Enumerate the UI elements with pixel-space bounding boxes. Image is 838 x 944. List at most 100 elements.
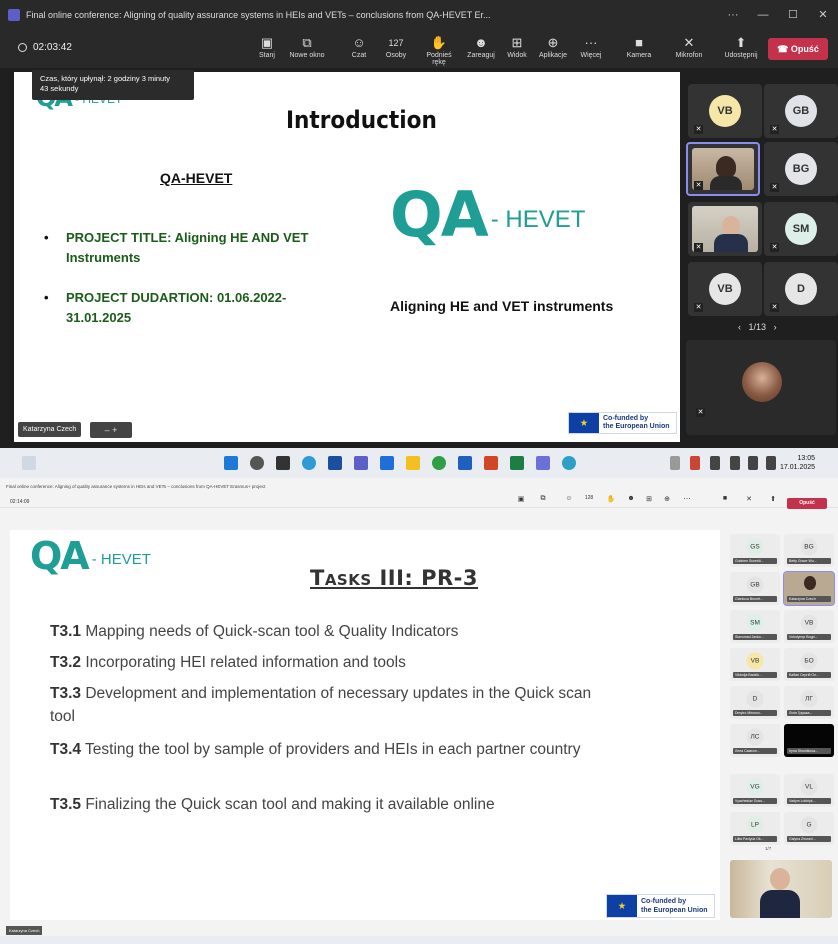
powerpoint-icon[interactable]	[484, 456, 498, 470]
tray-chevron-icon[interactable]	[670, 456, 680, 470]
new-window-icon[interactable]: ⧉	[536, 495, 550, 503]
presenter-name-2: Katarzyna Czech	[6, 926, 43, 935]
participant-tile[interactable]: D Dmytro Mironov...	[730, 686, 780, 719]
chat-button[interactable]: ☺ Czat	[340, 34, 378, 59]
edge-icon[interactable]	[302, 456, 316, 470]
avatar: БО	[800, 652, 818, 670]
mic-button[interactable]: ✕ Mikrofon	[670, 34, 708, 59]
task-view-icon[interactable]	[276, 456, 290, 470]
participant-tile[interactable]: VB ✕	[688, 262, 762, 316]
prev-page-button[interactable]: ‹	[738, 322, 741, 332]
more-options-button[interactable]: ···	[718, 0, 748, 30]
participant-tile-video[interactable]: ✕	[688, 202, 762, 256]
participant-tile[interactable]: LP Liliia Pavlyuk Ok...	[730, 812, 780, 845]
browser-icon[interactable]	[562, 456, 576, 470]
excel-icon[interactable]	[510, 456, 524, 470]
system-clock[interactable]: 13:05 17.01.2025	[780, 454, 815, 472]
new-window-button[interactable]: ⧉ Nowe okno	[288, 34, 326, 59]
battery-icon[interactable]	[766, 456, 776, 470]
apps-icon[interactable]: ⊕	[660, 495, 674, 503]
maximize-button[interactable]: ☐	[778, 0, 808, 30]
leave-button[interactable]: ☎ Opuść	[768, 38, 828, 60]
grid-icon[interactable]: ⊞	[642, 495, 656, 503]
camera-off-icon[interactable]: ■	[718, 495, 732, 502]
apps-button[interactable]: ⊕ Aplikacje	[534, 34, 572, 59]
ellipsis-icon[interactable]: ⋯	[680, 495, 694, 503]
more-button[interactable]: ··· Więcej	[572, 34, 610, 59]
raise-hand-button[interactable]: ✋ Podnieś rękę	[420, 34, 458, 66]
participant-tile[interactable]: VB Volodymyr Bogd...	[784, 610, 834, 643]
participant-tile[interactable]: D ✕	[764, 262, 838, 316]
zoom-controls[interactable]: – +	[90, 422, 132, 438]
participant-tile[interactable]: GB Gianluca Brunet...	[730, 572, 780, 605]
chat-icon[interactable]: ☺	[562, 495, 576, 502]
participant-tile[interactable]: VB ✕	[688, 84, 762, 138]
smiley-icon[interactable]: ☻	[624, 495, 638, 502]
mic-tray-icon[interactable]	[710, 456, 720, 470]
camera-button[interactable]: ■ Kamera	[620, 34, 658, 59]
tray-app-icon[interactable]	[690, 456, 700, 470]
participant-tile[interactable]: VB Viktorija Badzik...	[730, 648, 780, 681]
avatar: D	[746, 690, 764, 708]
self-view-2[interactable]	[730, 860, 832, 918]
volume-icon[interactable]	[748, 456, 758, 470]
meeting-timer-2[interactable]: 02:14:09	[10, 499, 29, 505]
participant-tile[interactable]: ЛГ Лілія Грушка...	[784, 686, 834, 719]
participant-tile-video[interactable]: Katarzyna Czech	[783, 571, 835, 606]
next-page-button[interactable]: ›	[774, 322, 777, 332]
participant-tile[interactable]: БО Бабан Сергій Ол...	[784, 648, 834, 681]
apps-icon: ⊕	[547, 35, 559, 50]
timer-tooltip: Czas, który upłynął: 2 godziny 3 minuty …	[32, 70, 194, 100]
participant-tile[interactable]: GS Gulshen Suveidi...	[730, 534, 780, 567]
mic-off-icon[interactable]: ✕	[742, 495, 756, 503]
view-button[interactable]: ⊞ Widok	[498, 34, 536, 59]
close-button[interactable]: ✕	[808, 0, 838, 30]
participant-tile[interactable]: SM Slavomad Javko...	[730, 610, 780, 643]
stop-share-button[interactable]: ▣ Stanj	[248, 34, 286, 59]
upload-icon[interactable]: ⬆	[766, 495, 780, 503]
avatar: VL	[800, 778, 818, 796]
participant-name: Katarzyna Czech	[787, 596, 831, 602]
widgets-icon[interactable]	[22, 456, 36, 470]
qa-hevet-logo-large: QA - HEVET	[390, 184, 585, 246]
explorer-icon[interactable]	[406, 456, 420, 470]
self-view[interactable]: ✕	[686, 340, 836, 435]
people-count[interactable]: 128	[582, 495, 596, 501]
timer-value: 02:03:42	[33, 42, 72, 53]
logo-hevet: - HEVET	[91, 551, 151, 568]
windows-taskbar: 13:05 17.01.2025	[0, 448, 838, 478]
minimize-button[interactable]: —	[748, 0, 778, 30]
teams-icon[interactable]	[354, 456, 368, 470]
chrome-icon[interactable]	[432, 456, 446, 470]
bullet-text: PROJECT DUDARTION: 01.06.2022-	[66, 290, 287, 305]
word-icon[interactable]	[458, 456, 472, 470]
eu-cofunded-badge-2: Co-funded by the European Union	[606, 894, 715, 918]
participant-tile[interactable]: SM ✕	[764, 202, 838, 256]
outlook-icon[interactable]	[380, 456, 394, 470]
participant-tile[interactable]: VL Vadym Lokhtyk...	[784, 774, 834, 807]
participant-tile-video[interactable]: ✕	[686, 142, 760, 196]
react-button[interactable]: ☻ Zareaguj	[462, 34, 500, 59]
hand-icon[interactable]: ✋	[604, 495, 618, 503]
search-icon[interactable]	[250, 456, 264, 470]
participant-tile[interactable]: VG Vyacheslav Gosu...	[730, 774, 780, 807]
participant-tile[interactable]: GB ✕	[764, 84, 838, 138]
start-icon[interactable]	[224, 456, 238, 470]
participant-tile[interactable]: BG ✕	[764, 142, 838, 196]
participant-tile[interactable]: ЛС Лена Самсон...	[730, 724, 780, 757]
wifi-icon[interactable]	[730, 456, 740, 470]
meeting-timer[interactable]: 02:03:42	[18, 42, 72, 53]
participant-tile[interactable]: G Galyna Zhuravl...	[784, 812, 834, 845]
teams-active-icon[interactable]	[536, 456, 550, 470]
participant-tile[interactable]: BG Betty Grace Wu...	[784, 534, 834, 567]
stop-share-icon[interactable]: ▣	[514, 495, 528, 503]
leave-button-2[interactable]: Opuść	[787, 498, 827, 509]
tooltip-line: 43 sekundy	[40, 84, 79, 93]
bullet-text: 31.01.2025	[66, 310, 132, 325]
people-button[interactable]: 127 Osoby	[377, 34, 415, 59]
task-item: T3.3 Development and implementation of n…	[50, 682, 620, 728]
avatar: D	[785, 273, 817, 305]
store-icon[interactable]	[328, 456, 342, 470]
participant-tile-video[interactable]: Iryna Shumikova...	[784, 724, 834, 757]
share-screen-button[interactable]: ⬆ Udostępnij	[722, 34, 760, 59]
